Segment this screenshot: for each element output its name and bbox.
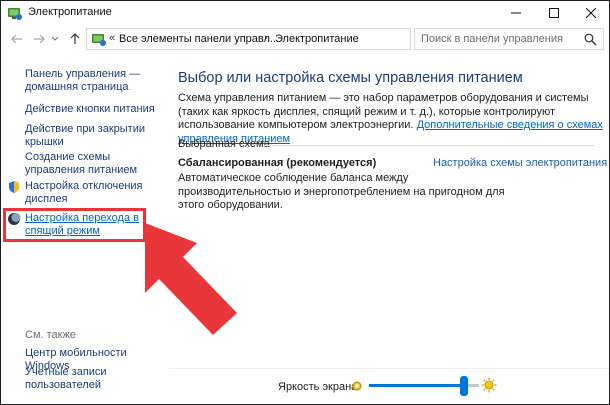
breadcrumb-separator: « — [109, 32, 116, 44]
brightness-slider-thumb[interactable] — [459, 376, 468, 396]
sidebar-item-user-accounts[interactable]: Учетные записи пользователей — [25, 366, 165, 392]
breadcrumb-separator[interactable]: › — [264, 32, 268, 44]
recent-locations-button[interactable] — [49, 30, 61, 48]
section-heading: Выбранная схема — [178, 138, 270, 150]
search-input[interactable]: Поиск в панели управления — [414, 28, 604, 50]
power-plan-description: Автоматическое соблюдение баланса между … — [178, 172, 505, 211]
search-icon — [584, 33, 597, 46]
window-title: Электропитание — [28, 6, 112, 18]
brightness-label: Яркость экрана: — [278, 381, 361, 393]
breadcrumb-current[interactable]: Электропитание — [275, 33, 359, 45]
up-button[interactable] — [67, 30, 83, 48]
footer-divider — [169, 368, 609, 369]
page-title: Выбор или настройка схемы управления пит… — [178, 70, 523, 86]
highlight-frame — [3, 208, 146, 242]
maximize-button[interactable] — [536, 1, 572, 25]
power-plan-name: Сбалансированная (рекомендуется) — [178, 157, 377, 169]
breadcrumb-root[interactable]: Все элементы панели управл... — [119, 33, 279, 45]
bright-sun-icon — [481, 377, 497, 393]
dim-sun-icon — [352, 381, 362, 391]
sidebar-item-control-panel-home[interactable]: Панель управления — домашняя страница — [25, 68, 165, 94]
close-button[interactable] — [573, 1, 609, 25]
title-bar: Электропитание — [1, 1, 609, 25]
see-also-title: См. также — [25, 329, 76, 341]
forward-arrow-icon — [34, 34, 45, 44]
minimize-button[interactable] — [498, 1, 534, 25]
navigation-bar: « Все элементы панели управл... › Электр… — [1, 27, 609, 51]
section-divider — [264, 145, 594, 146]
plan-settings-link[interactable]: Настройка схемы электропитания — [433, 157, 607, 169]
minimize-icon — [511, 12, 521, 14]
forward-button[interactable] — [31, 30, 47, 48]
address-bar[interactable]: « Все элементы панели управл... › Электр… — [86, 28, 489, 50]
close-icon — [586, 8, 596, 18]
shield-icon — [9, 181, 19, 193]
sidebar-item-display-off[interactable]: Настройка отключения дисплея — [25, 180, 165, 206]
back-button[interactable] — [9, 30, 25, 48]
sidebar-item-lid-close-action[interactable]: Действие при закрытии крышки — [25, 123, 165, 149]
back-arrow-icon — [11, 34, 22, 44]
power-options-icon — [8, 8, 22, 20]
sidebar-item-power-button-action[interactable]: Действие кнопки питания — [25, 103, 165, 116]
sidebar-item-create-power-plan[interactable]: Создание схемы управления питанием — [25, 151, 165, 177]
control-panel-icon — [92, 34, 106, 46]
search-placeholder: Поиск в панели управления — [421, 33, 563, 45]
brightness-slider-fill — [369, 384, 464, 387]
maximize-icon — [549, 8, 559, 18]
main-content: Выбор или настройка схемы управления пит… — [169, 53, 609, 404]
power-options-window: Электропитание « Все элементы панели упр… — [0, 0, 610, 405]
chevron-down-icon — [51, 36, 59, 41]
up-arrow-icon — [70, 33, 80, 44]
